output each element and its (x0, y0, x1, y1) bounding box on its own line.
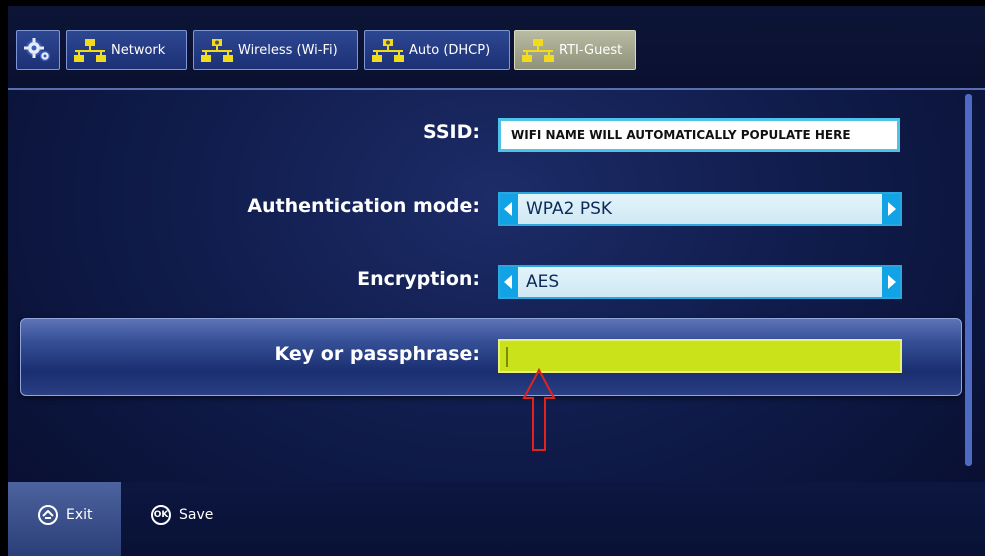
text-caret (506, 347, 508, 367)
settings-screen: Network Wireless (Wi-Fi) Auto (DHCP) RTI… (8, 6, 985, 556)
network-gear-icon (372, 39, 404, 62)
breadcrumb-auto-dhcp[interactable]: Auto (DHCP) (364, 30, 510, 70)
breadcrumb-wireless[interactable]: Wireless (Wi-Fi) (193, 30, 358, 70)
ok-icon: OK (151, 505, 171, 525)
breadcrumb-label: RTI-Guest (559, 42, 623, 58)
breadcrumb-rti-guest[interactable]: RTI-Guest (514, 30, 636, 70)
key-passphrase-input[interactable] (498, 339, 902, 373)
arrow-right-icon[interactable] (882, 267, 900, 297)
exit-label: Exit (66, 507, 93, 523)
breadcrumb-label: Network (111, 42, 166, 58)
breadcrumb-settings[interactable] (16, 30, 60, 70)
scrollbar[interactable] (965, 94, 972, 466)
encryption-value: AES (526, 272, 560, 292)
authentication-mode-value: WPA2 PSK (526, 199, 613, 219)
encryption-label: Encryption: (357, 268, 480, 290)
arrow-right-icon[interactable] (882, 194, 900, 224)
annotation-arrow-icon (522, 368, 556, 451)
save-button[interactable]: OK Save (151, 505, 213, 525)
breadcrumb-label: Auto (DHCP) (409, 42, 491, 58)
authentication-mode-label: Authentication mode: (247, 195, 480, 217)
breadcrumb-network[interactable]: Network (66, 30, 187, 70)
authentication-mode-selector[interactable]: WPA2 PSK (498, 192, 902, 226)
network-icon (74, 39, 106, 62)
network-gear-icon (201, 39, 233, 62)
ssid-field[interactable]: WIFI NAME WILL AUTOMATICALLY POPULATE HE… (498, 118, 900, 152)
home-icon (38, 505, 58, 525)
breadcrumb-label: Wireless (Wi-Fi) (238, 42, 338, 58)
ssid-value: WIFI NAME WILL AUTOMATICALLY POPULATE HE… (511, 128, 851, 142)
breadcrumb: Network Wireless (Wi-Fi) Auto (DHCP) RTI… (8, 6, 985, 90)
ssid-label: SSID: (423, 121, 480, 143)
save-label: Save (179, 507, 214, 523)
network-icon (522, 39, 554, 62)
key-passphrase-label: Key or passphrase: (274, 343, 480, 365)
arrow-left-icon[interactable] (500, 267, 518, 297)
gear-icon (24, 38, 51, 62)
arrow-left-icon[interactable] (500, 194, 518, 224)
exit-button[interactable]: Exit (38, 505, 93, 525)
encryption-selector[interactable]: AES (498, 265, 902, 299)
